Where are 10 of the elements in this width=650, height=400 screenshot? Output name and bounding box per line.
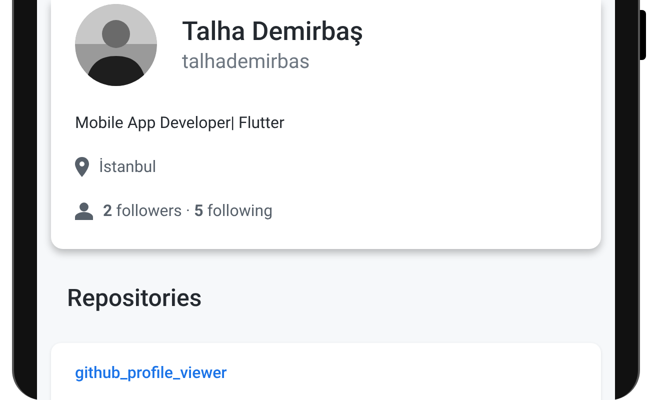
profile-name: Talha Demirbaş bbox=[182, 16, 364, 48]
location-pin-icon bbox=[75, 157, 89, 177]
repository-name[interactable]: github_profile_viewer bbox=[75, 363, 227, 382]
repository-card[interactable]: github_profile_viewer bbox=[51, 343, 601, 400]
username: talhademirbas bbox=[182, 48, 311, 74]
person-icon bbox=[75, 202, 93, 220]
section-title: Repositories bbox=[67, 283, 203, 313]
bio-text: Mobile App Developer| Flutter bbox=[75, 113, 286, 133]
location-text: İstanbul bbox=[99, 157, 156, 177]
follow-stats: 2 followers · 5 following bbox=[103, 201, 273, 221]
